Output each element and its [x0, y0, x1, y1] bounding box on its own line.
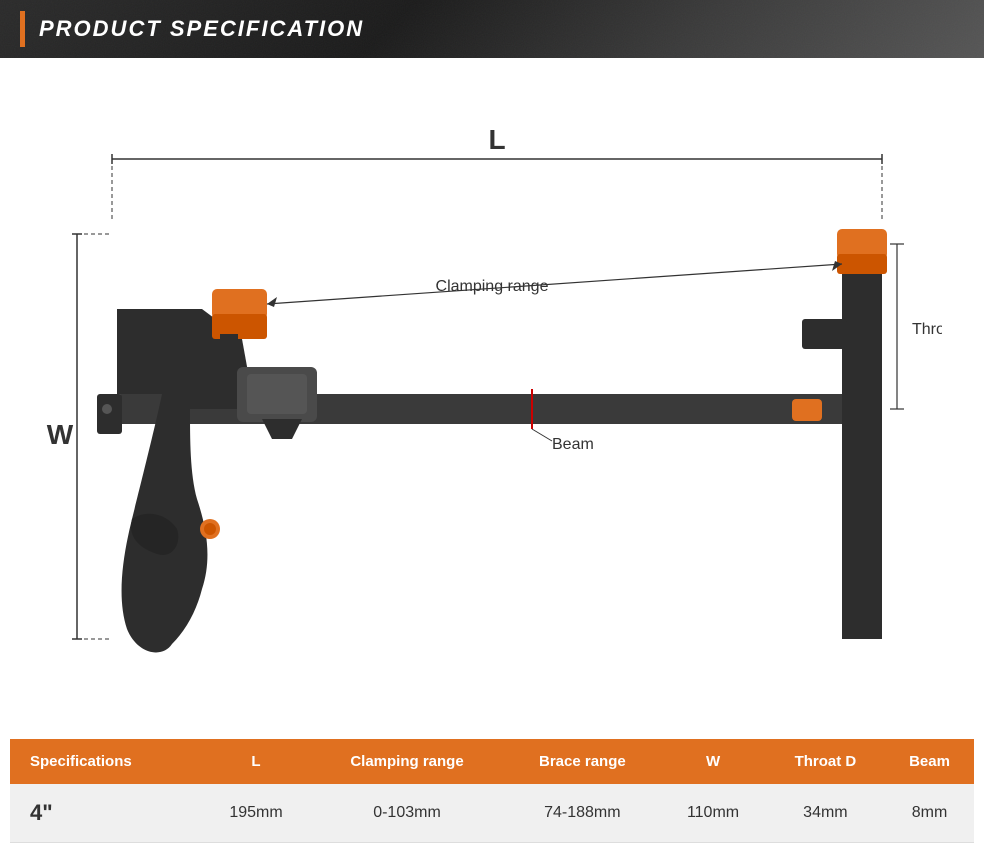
cell-clamping-range: 0-103mm: [310, 784, 505, 843]
table-header-row: Specifications L Clamping range Brace ra…: [10, 739, 974, 784]
svg-text:L: L: [488, 124, 505, 155]
table-row: 4" 195mm 0-103mm 74-188mm 110mm 34mm 8mm: [10, 784, 974, 843]
svg-text:W: W: [47, 419, 74, 450]
page-wrapper: PRODUCT SPECIFICATION L W: [0, 0, 984, 853]
product-diagram: L W Beam: [42, 94, 942, 714]
header-banner: PRODUCT SPECIFICATION: [0, 0, 984, 58]
svg-text:Clamping range: Clamping range: [436, 278, 549, 295]
col-header-brace-range: Brace range: [504, 739, 660, 784]
svg-text:Beam: Beam: [552, 436, 594, 453]
header-accent: [20, 11, 25, 47]
cell-brace-range: 74-188mm: [504, 784, 660, 843]
cell-throat-d: 34mm: [766, 784, 885, 843]
diagram-area: L W Beam: [0, 58, 984, 739]
cell-spec: 4": [10, 784, 202, 843]
col-header-clamping-range: Clamping range: [310, 739, 505, 784]
col-header-L: L: [202, 739, 309, 784]
cell-W: 110mm: [660, 784, 765, 843]
col-header-specifications: Specifications: [10, 739, 202, 784]
cell-beam: 8mm: [885, 784, 974, 843]
col-header-throat-d: Throat D: [766, 739, 885, 784]
svg-text:Throat D: Throat D: [912, 321, 942, 338]
table-area: Specifications L Clamping range Brace ra…: [0, 739, 984, 853]
cell-L: 195mm: [202, 784, 309, 843]
specifications-table: Specifications L Clamping range Brace ra…: [10, 739, 974, 843]
col-header-W: W: [660, 739, 765, 784]
header-title: PRODUCT SPECIFICATION: [39, 16, 364, 42]
col-header-beam: Beam: [885, 739, 974, 784]
